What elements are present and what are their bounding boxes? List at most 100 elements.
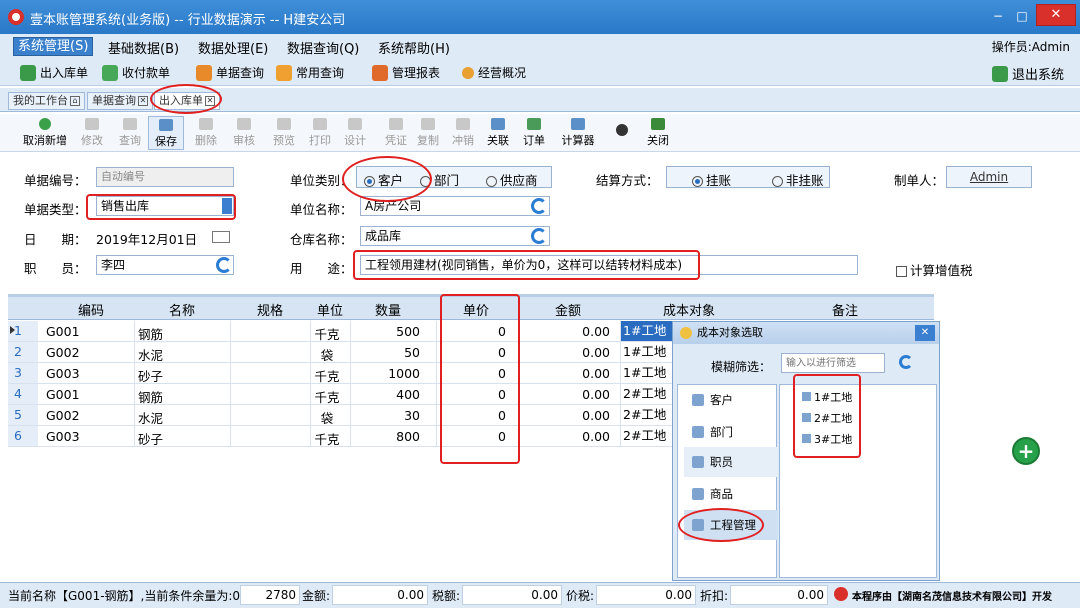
cell-amount[interactable]: 0.00 [518,387,610,402]
cell-qty[interactable]: 50 [350,345,420,360]
copy-button[interactable]: 复制 [410,116,446,150]
tab-doc-query[interactable]: 单据查询 ✕ [87,92,153,110]
cell-unit[interactable]: 袋 [310,345,344,364]
cell-name[interactable]: 钢筋 [138,387,228,406]
cell-qty[interactable]: 800 [350,429,420,444]
quick-overview-button[interactable]: 经营概况 [462,64,526,81]
table-row[interactable]: 4 G001 钢筋 千克 400 0 0.00 2#工地 [8,384,678,405]
cell-code[interactable]: G001 [46,387,126,402]
date-field[interactable]: 2019年12月01日 [96,229,197,248]
cell-amount[interactable]: 0.00 [518,324,610,339]
cell-cost-object[interactable]: 1#工地 [620,321,678,341]
cell-amount[interactable]: 0.00 [518,429,610,444]
menu-basic-data[interactable]: 基础数据(B) [108,38,179,57]
table-row[interactable]: 5 G002 水泥袋 30 0 0.00 2#工地 [8,405,678,426]
home-icon: ⌂ [70,96,80,106]
close-doc-button[interactable]: 关闭 [640,116,676,150]
print-button[interactable]: 打印 [302,116,338,150]
cancel-new-button[interactable]: 取消新增 [20,116,70,150]
cell-name[interactable]: 水泥 [138,408,228,427]
minimize-button[interactable]: − [986,6,1010,26]
close-tab-icon[interactable]: ✕ [138,96,148,106]
refresh-icon[interactable] [216,257,232,273]
cell-cost-object[interactable]: 1#工地 [620,342,678,362]
quick-report-button[interactable]: 管理报表 [372,64,440,81]
menu-system-help[interactable]: 系统帮助(H) [378,38,450,57]
cell-code[interactable]: G003 [46,366,126,381]
menu-system-management[interactable]: 系统管理(S) [13,37,94,56]
quick-common-query-button[interactable]: 常用查询 [276,64,344,81]
radio-not-on-account[interactable]: 非挂账 [772,170,824,189]
radio-on-account[interactable]: 挂账 [692,170,731,189]
status-discount: 0.00 [730,585,828,605]
close-window-button[interactable]: ✕ [1036,4,1076,26]
cell-amount[interactable]: 0.00 [518,345,610,360]
menu-data-query[interactable]: 数据查询(Q) [287,38,359,57]
type-item-staff[interactable]: 职员 [684,447,778,477]
cell-name[interactable]: 砂子 [138,429,228,448]
table-row[interactable]: 6 G003 砂子 千克 800 0 0.00 2#工地 [8,426,678,447]
cell-qty[interactable]: 30 [350,408,420,423]
quick-doc-query-button[interactable]: 单据查询 [196,64,264,81]
refresh-icon[interactable] [531,228,547,244]
quick-inout-doc-button[interactable]: 出入库单 [20,64,88,81]
edit-button[interactable]: 修改 [74,116,110,150]
design-button[interactable]: 设计 [337,116,373,150]
cell-name[interactable]: 水泥 [138,345,228,364]
cell-cost-object[interactable]: 2#工地 [620,426,678,446]
cell-unit[interactable]: 千克 [310,366,344,385]
cell-name[interactable]: 钢筋 [138,324,228,343]
query-button[interactable]: 查询 [112,116,148,150]
audit-button[interactable]: 审核 [226,116,262,150]
cell-code[interactable]: G003 [46,429,126,444]
cell-qty[interactable]: 1000 [350,366,420,381]
filter-input[interactable] [781,353,885,373]
reverse-button[interactable]: 冲销 [445,116,481,150]
table-row[interactable]: 3 G003 砂子 千克 1000 0 0.00 1#工地 [8,363,678,384]
preview-button[interactable]: 预览 [266,116,302,150]
cell-unit[interactable]: 千克 [310,387,344,406]
options-dropdown-button[interactable] [610,116,634,150]
calendar-icon[interactable] [212,231,230,243]
radio-supplier[interactable]: 供应商 [486,170,538,189]
refresh-icon[interactable] [899,355,913,369]
cell-unit[interactable]: 袋 [310,408,344,427]
cell-code[interactable]: G001 [46,324,126,339]
cell-amount[interactable]: 0.00 [518,408,610,423]
voucher-button[interactable]: 凭证 [378,116,414,150]
cell-unit[interactable]: 千克 [310,429,344,448]
table-row[interactable]: 2 G002 水泥袋 50 0 0.00 1#工地 [8,342,678,363]
type-item-department[interactable]: 部门 [684,417,778,447]
cell-name[interactable]: 砂子 [138,366,228,385]
cell-code[interactable]: G002 [46,345,126,360]
refresh-icon[interactable] [531,198,547,214]
add-button[interactable]: + [1012,437,1040,465]
cell-qty[interactable]: 500 [350,324,420,339]
copy-icon [421,118,435,130]
warehouse-field[interactable]: 成品库 [360,226,550,246]
cell-qty[interactable]: 400 [350,387,420,402]
maximize-button[interactable]: □ [1010,6,1034,26]
cell-amount[interactable]: 0.00 [518,366,610,381]
picker-close-button[interactable]: ✕ [915,325,935,341]
cell-cost-object[interactable]: 2#工地 [620,405,678,425]
type-item-goods[interactable]: 商品 [684,479,778,509]
staff-field[interactable]: 李四 [96,255,234,275]
cell-code[interactable]: G002 [46,408,126,423]
cell-unit[interactable]: 千克 [310,324,344,343]
save-button[interactable]: 保存 [148,116,184,150]
cell-cost-object[interactable]: 1#工地 [620,363,678,383]
tab-workbench[interactable]: 我的工作台 ⌂ [8,92,85,110]
link-button[interactable]: 关联 [480,116,516,150]
calculator-button[interactable]: 计算器 [556,116,600,150]
table-row[interactable]: 1 G001 钢筋 千克 500 0 0.00 1#工地 [8,321,678,342]
delete-button[interactable]: 删除 [188,116,224,150]
menu-data-processing[interactable]: 数据处理(E) [198,38,268,57]
vat-checkbox[interactable]: 计算增值税 [896,260,973,279]
gear-icon [616,124,628,136]
type-item-customer[interactable]: 客户 [684,385,778,415]
order-button[interactable]: 订单 [516,116,552,150]
quick-receipt-button[interactable]: 收付款单 [102,64,170,81]
cell-cost-object[interactable]: 2#工地 [620,384,678,404]
exit-system-button[interactable]: 退出系统 [992,64,1064,83]
